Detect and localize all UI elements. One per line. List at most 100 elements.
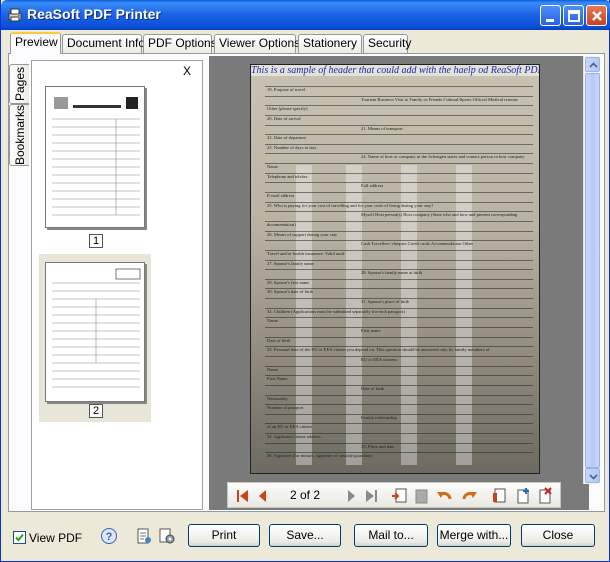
- chevron-down-icon: [589, 474, 598, 480]
- form-field-label: 27. Spouse's family name: [267, 260, 315, 266]
- thumbnail-page-number: 2: [89, 404, 103, 418]
- form-field-label: 34. Applicant's home address: [267, 434, 321, 440]
- delete-page-icon[interactable]: [412, 487, 430, 505]
- background-column: [401, 165, 417, 465]
- form-field-label: 26. Means of support during your stay: [267, 231, 338, 237]
- form-rule: [265, 413, 533, 415]
- svg-text:?: ?: [106, 531, 113, 543]
- form-field-label: Nationality: [267, 395, 288, 401]
- close-button[interactable]: Close: [521, 524, 595, 547]
- tab-preview[interactable]: Preview: [10, 32, 61, 54]
- form-field-label: Number of passport: [267, 405, 304, 411]
- tab-pdf-options[interactable]: PDF Options: [143, 34, 217, 53]
- help-icon[interactable]: ?: [100, 527, 118, 545]
- form-field-label: Travel and/or health insurance. Valid un…: [267, 250, 346, 256]
- side-tab-pages-label: Pages: [12, 66, 27, 102]
- form-rule: [265, 336, 533, 338]
- add-document-icon[interactable]: [514, 487, 532, 505]
- form-field-label: Full address: [361, 183, 384, 189]
- form-rule: [265, 114, 533, 116]
- form-field-label: Cash Travellers' cheques Credit cards Ac…: [361, 241, 474, 247]
- printer-settings-icon[interactable]: [135, 527, 153, 545]
- previous-page-icon[interactable]: [254, 487, 272, 505]
- minimize-button[interactable]: [540, 5, 561, 26]
- maximize-icon: [568, 10, 580, 22]
- thumbnail-page-number: 1: [89, 234, 103, 248]
- form-field-label: 29. Spouse's first name: [267, 279, 310, 285]
- chevron-up-icon: [589, 62, 598, 68]
- merge-with-button[interactable]: Merge with...: [437, 524, 511, 547]
- side-tab-bookmarks[interactable]: Bookmarks: [9, 104, 29, 166]
- form-field-label: Other (please specify): [267, 106, 308, 112]
- rotate-right-icon[interactable]: [460, 487, 478, 505]
- form-field-label: 32. Children (Applications must be submi…: [267, 308, 405, 314]
- rotate-left-icon[interactable]: [436, 487, 454, 505]
- mail-to-button[interactable]: Mail to...: [354, 524, 428, 547]
- page-properties-icon[interactable]: [490, 487, 508, 505]
- form-field-label: First name: [361, 328, 381, 334]
- tab-stationery[interactable]: Stationery: [298, 34, 362, 53]
- form-field-label: Family relationship: [361, 414, 397, 420]
- save-button[interactable]: Save...: [269, 524, 341, 547]
- background-column: [346, 165, 362, 465]
- form-rule: [265, 163, 533, 165]
- close-window-button[interactable]: [586, 5, 607, 26]
- form-field-label: Date of birth: [267, 337, 291, 343]
- side-tab-pages[interactable]: Pages: [9, 64, 29, 104]
- page-indicator: 2 of 2: [289, 488, 321, 502]
- form-rule: [265, 375, 533, 377]
- tab-viewer-options[interactable]: Viewer Options: [214, 34, 300, 53]
- background-column: [296, 165, 312, 465]
- tab-document-info[interactable]: Document Info: [62, 34, 145, 53]
- form-field-label: 31. Spouse's place of birth: [361, 299, 410, 305]
- form-field-label: Name: [267, 164, 278, 170]
- form-field-label: Name: [267, 366, 278, 372]
- main-window: ReaSoft PDF Printer Preview Document Inf…: [0, 0, 610, 562]
- form-rule: [265, 220, 533, 222]
- form-rule: [265, 327, 533, 329]
- insert-page-icon[interactable]: [390, 487, 408, 505]
- form-field-label: 30. Spouse's date of birth: [267, 289, 314, 295]
- form-field-label: Myself Host person(s) Host company (Stat…: [361, 212, 518, 218]
- vertical-scrollbar[interactable]: [583, 56, 600, 484]
- form-field-label: EU or EEA citizens: [361, 356, 398, 362]
- form-field-label: 19. Purpose of travel: [267, 87, 306, 92]
- form-rule: [265, 404, 533, 406]
- background-column: [456, 165, 472, 465]
- form-field-label: First Name: [267, 376, 288, 382]
- thumbnail-close-button[interactable]: X: [183, 64, 191, 78]
- form-rule: [265, 317, 533, 319]
- thumbnail-form-graphic: [52, 97, 140, 216]
- window-title: ReaSoft PDF Printer: [27, 6, 161, 22]
- tab-security[interactable]: Security: [363, 34, 411, 53]
- checkmark-icon: [15, 533, 24, 542]
- gear-icon[interactable]: [158, 527, 176, 545]
- form-field-label: documentation): [267, 221, 296, 227]
- last-page-icon[interactable]: [362, 487, 380, 505]
- view-pdf-label[interactable]: View PDF: [29, 531, 82, 545]
- form-field-label: Name: [267, 318, 278, 324]
- title-bar[interactable]: ReaSoft PDF Printer: [1, 0, 610, 30]
- scroll-thumb[interactable]: [585, 73, 600, 468]
- next-page-icon[interactable]: [342, 487, 360, 505]
- side-tab-bookmarks-label: Bookmarks: [12, 104, 27, 166]
- first-page-icon[interactable]: [234, 487, 252, 505]
- form-rule: [265, 182, 533, 184]
- scroll-up-button[interactable]: [585, 57, 600, 72]
- minimize-icon: [546, 19, 554, 22]
- thumbnail-image: [45, 262, 145, 402]
- form-field-label: 20. Date of arrival: [267, 115, 301, 121]
- thumbnail-page-2[interactable]: 2: [39, 254, 151, 422]
- form-field-label: 35. Place and date: [361, 443, 395, 449]
- form-field-label: of an EU or EEA citizen: [267, 424, 312, 430]
- form-field-label: 36. Signature (for minors, signature of …: [267, 453, 372, 459]
- print-button[interactable]: Print: [188, 524, 260, 547]
- thumbnail-image: [45, 86, 145, 228]
- view-pdf-checkbox[interactable]: [13, 531, 26, 544]
- scroll-down-button[interactable]: [585, 468, 600, 483]
- thumbnail-page-1[interactable]: 1: [39, 82, 151, 248]
- maximize-button[interactable]: [563, 5, 584, 26]
- remove-document-icon[interactable]: [536, 487, 554, 505]
- form-rule: [265, 384, 533, 386]
- form-field-label: 24. Name of host or company in the Schen…: [361, 154, 525, 160]
